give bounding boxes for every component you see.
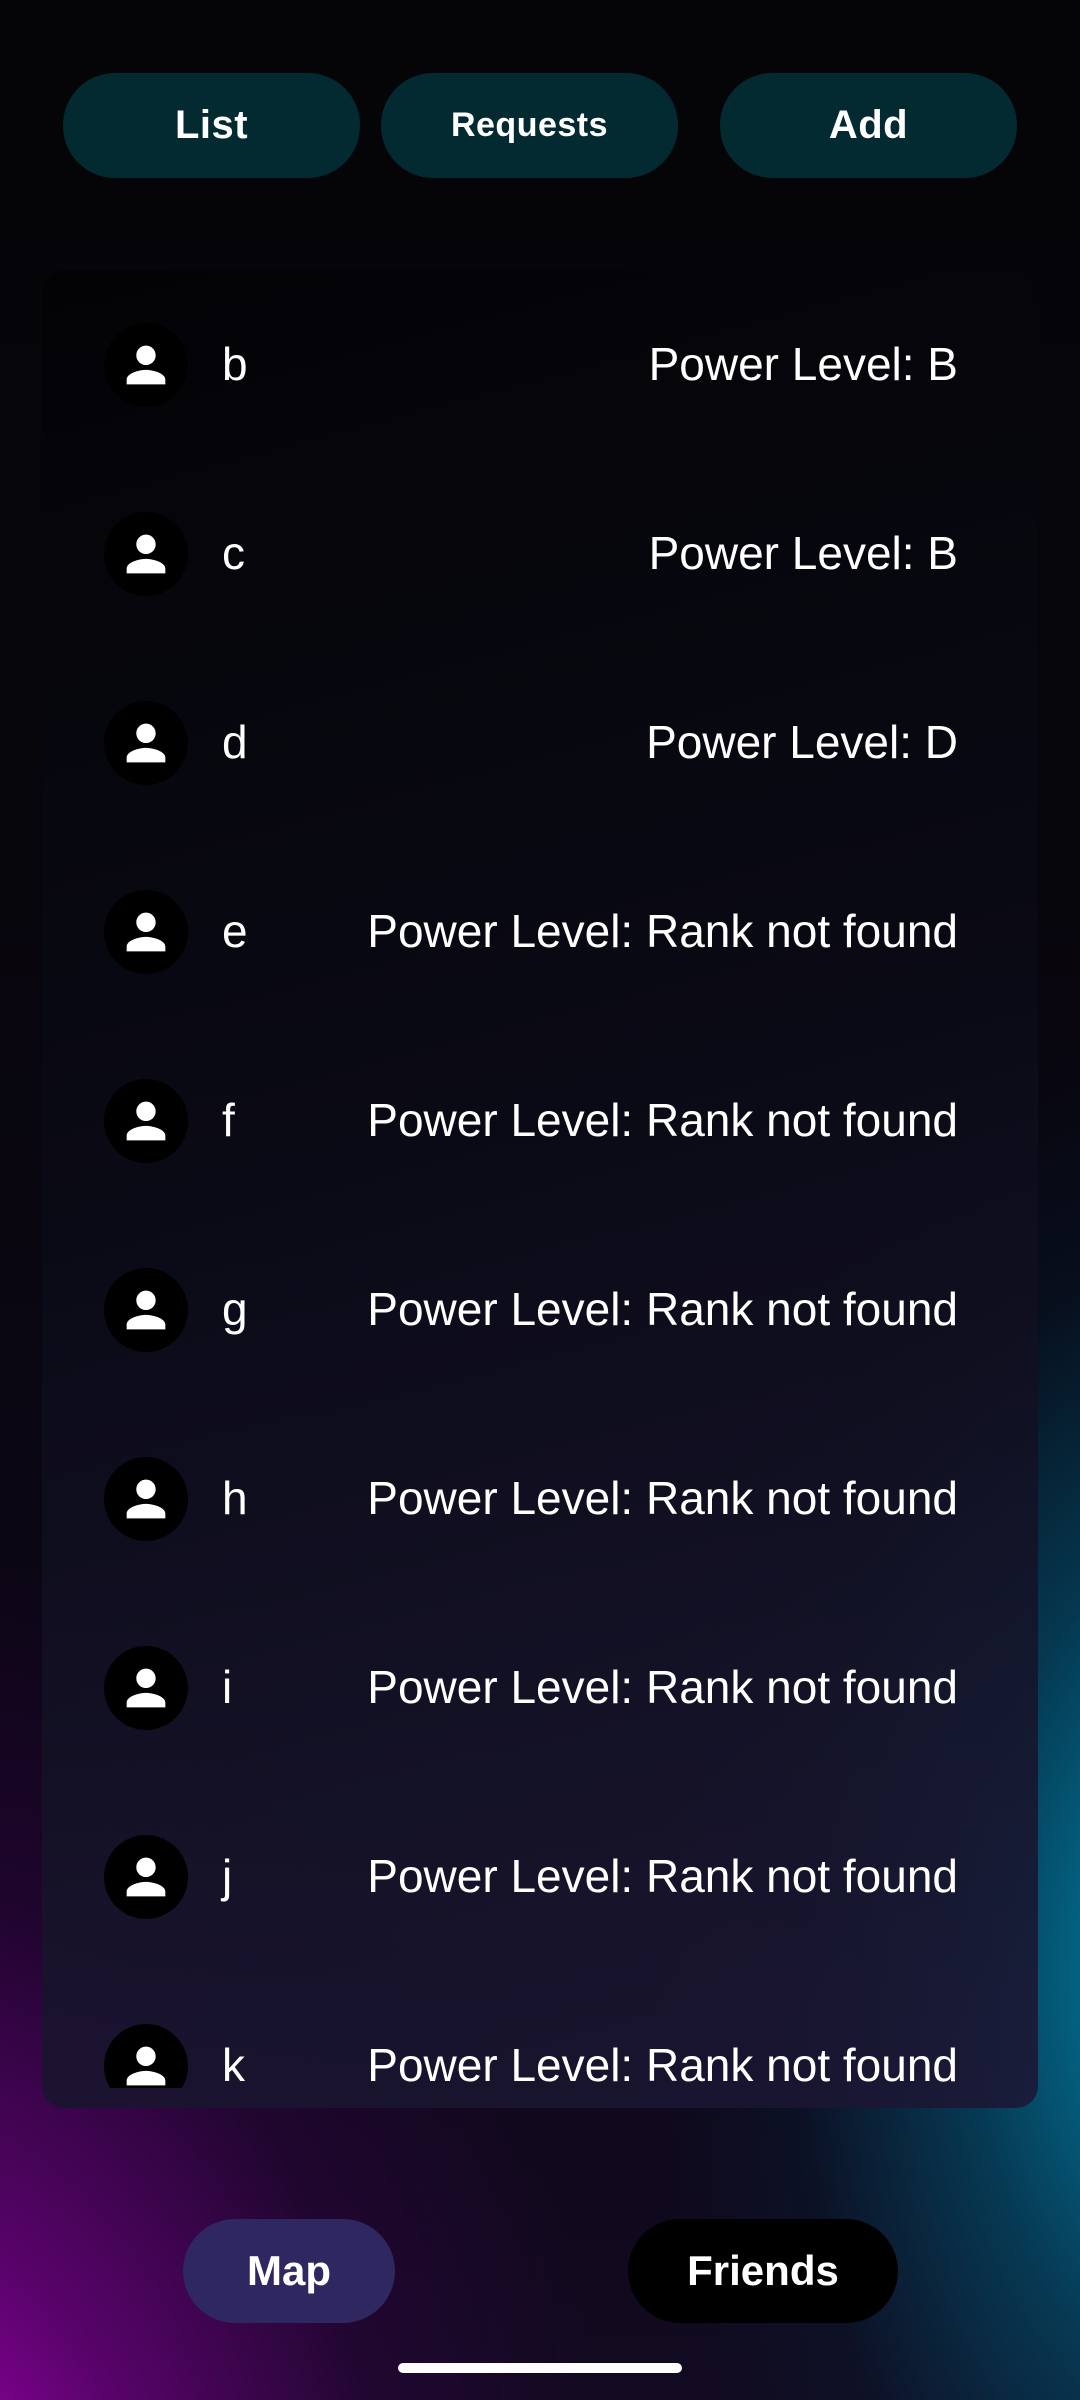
person-icon xyxy=(104,1079,188,1163)
friends-panel: b Power Level: B c Power Level: B d Powe… xyxy=(42,270,1038,2108)
requests-tab-button[interactable]: Requests xyxy=(381,73,678,178)
friends-nav-button[interactable]: Friends xyxy=(628,2219,898,2323)
power-level-text: Power Level: Rank not found xyxy=(367,1283,958,1335)
friend-row[interactable]: k Power Level: Rank not found xyxy=(42,1971,1038,2088)
power-level-text: Power Level: Rank not found xyxy=(367,2039,958,2088)
friend-name: h xyxy=(222,1472,248,1524)
friend-name: c xyxy=(222,527,245,579)
friend-name: f xyxy=(222,1094,235,1146)
person-icon xyxy=(104,323,188,407)
power-level-text: Power Level: Rank not found xyxy=(367,1661,958,1713)
person-icon xyxy=(104,1646,188,1730)
friend-row[interactable]: j Power Level: Rank not found xyxy=(42,1782,1038,1971)
person-icon xyxy=(104,1268,188,1352)
friend-list[interactable]: b Power Level: B c Power Level: B d Powe… xyxy=(42,270,1038,2088)
friend-row[interactable]: g Power Level: Rank not found xyxy=(42,1215,1038,1404)
friend-row[interactable]: e Power Level: Rank not found xyxy=(42,837,1038,1026)
list-tab-button[interactable]: List xyxy=(63,73,360,178)
person-icon xyxy=(104,890,188,974)
power-level-text: Power Level: Rank not found xyxy=(367,905,958,957)
friend-name: j xyxy=(222,1850,233,1902)
friend-row[interactable]: b Power Level: B xyxy=(42,270,1038,459)
person-icon xyxy=(104,1835,188,1919)
person-icon xyxy=(104,512,188,596)
friend-row[interactable]: f Power Level: Rank not found xyxy=(42,1026,1038,1215)
person-icon xyxy=(104,1457,188,1541)
friend-name: e xyxy=(222,905,248,957)
add-friend-button[interactable]: Add xyxy=(720,73,1017,178)
top-tab-bar: List Requests Add xyxy=(63,73,1017,178)
friend-name: d xyxy=(222,716,248,768)
person-icon xyxy=(104,2024,188,2088)
map-nav-button[interactable]: Map xyxy=(183,2219,395,2323)
power-level-text: Power Level: Rank not found xyxy=(367,1850,958,1902)
friend-name: k xyxy=(222,2039,245,2088)
bottom-navigation: Map Friends xyxy=(0,2142,1080,2400)
friend-row[interactable]: d Power Level: D xyxy=(42,648,1038,837)
friend-row[interactable]: c Power Level: B xyxy=(42,459,1038,648)
power-level-text: Power Level: D xyxy=(646,716,958,768)
friend-row[interactable]: h Power Level: Rank not found xyxy=(42,1404,1038,1593)
power-level-text: Power Level: B xyxy=(648,338,958,390)
person-icon xyxy=(104,701,188,785)
friend-name: i xyxy=(222,1661,233,1713)
home-indicator[interactable] xyxy=(398,2363,682,2373)
friend-name: g xyxy=(222,1283,248,1335)
power-level-text: Power Level: Rank not found xyxy=(367,1094,958,1146)
friend-row[interactable]: i Power Level: Rank not found xyxy=(42,1593,1038,1782)
power-level-text: Power Level: B xyxy=(648,527,958,579)
friend-name: b xyxy=(222,338,248,390)
power-level-text: Power Level: Rank not found xyxy=(367,1472,958,1524)
